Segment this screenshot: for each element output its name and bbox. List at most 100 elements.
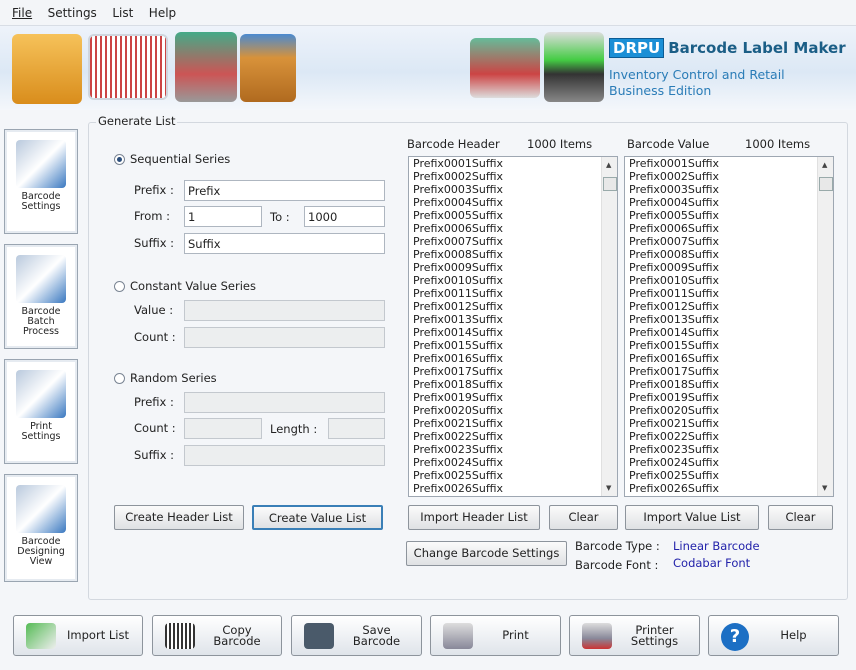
print-button[interactable]: Print [430,615,561,656]
list-item[interactable]: Prefix0004Suffix [625,196,833,209]
barcode-settings-icon [16,140,66,188]
list-item[interactable]: Prefix0016Suffix [409,352,617,365]
list-item[interactable]: Prefix0002Suffix [409,170,617,183]
list-item[interactable]: Prefix0003Suffix [409,183,617,196]
clear-value-button[interactable]: Clear [768,505,833,530]
list-item[interactable]: Prefix0012Suffix [409,300,617,313]
scroll-down-icon[interactable]: ▼ [606,484,611,492]
menu-list[interactable]: List [100,0,133,20]
list-item[interactable]: Prefix0014Suffix [409,326,617,339]
list-item[interactable]: Prefix0016Suffix [625,352,833,365]
constant-value-input[interactable] [184,300,385,321]
list-item[interactable]: Prefix0008Suffix [409,248,617,261]
scroll-thumb[interactable] [819,177,833,191]
to-input[interactable]: 1000 [304,206,385,227]
list-item[interactable]: Prefix0011Suffix [409,287,617,300]
list-item[interactable]: Prefix0023Suffix [409,443,617,456]
list-item[interactable]: Prefix0019Suffix [409,391,617,404]
list-item[interactable]: Prefix0019Suffix [625,391,833,404]
clear-header-button[interactable]: Clear [549,505,618,530]
list-item[interactable]: Prefix0008Suffix [625,248,833,261]
list-item[interactable]: Prefix0013Suffix [409,313,617,326]
menu-settings[interactable]: Settings [36,0,97,20]
list-item[interactable]: Prefix0005Suffix [625,209,833,222]
value-list[interactable]: Prefix0001Suffix Prefix0002Suffix Prefix00… [624,156,834,497]
menu-help[interactable]: Help [137,0,176,20]
list-item[interactable]: Prefix0006Suffix [409,222,617,235]
header-list[interactable]: Prefix0001Suffix Prefix0002Suffix Prefix00… [408,156,618,497]
printer-settings-button[interactable]: Printer Settings [569,615,700,656]
list-item[interactable]: Prefix0017Suffix [409,365,617,378]
scroll-up-icon[interactable]: ▲ [822,161,827,169]
list-item[interactable]: Prefix0011Suffix [625,287,833,300]
list-item[interactable]: Prefix0020Suffix [409,404,617,417]
change-barcode-settings-button[interactable]: Change Barcode Settings [406,541,567,566]
list-item[interactable]: Prefix0004Suffix [409,196,617,209]
list-item[interactable]: Prefix0020Suffix [625,404,833,417]
value-list-scrollbar[interactable]: ▲ ▼ [817,157,833,496]
list-item[interactable]: Prefix0010Suffix [625,274,833,287]
length-input[interactable] [328,418,385,439]
list-item[interactable]: Prefix0025Suffix [625,469,833,482]
list-item[interactable]: Prefix0021Suffix [625,417,833,430]
sidebar-designing-view[interactable]: Barcode Designing View [4,474,78,582]
import-list-button[interactable]: Import List [13,615,143,656]
list-item[interactable]: Prefix0018Suffix [625,378,833,391]
list-item[interactable]: Prefix0007Suffix [625,235,833,248]
suffix-input[interactable]: Suffix [184,233,385,254]
random-suffix-input[interactable] [184,445,385,466]
copy-barcode-icon [165,623,195,649]
list-item[interactable]: Prefix0018Suffix [409,378,617,391]
sidebar-print-settings[interactable]: Print Settings [4,359,78,464]
create-header-list-button[interactable]: Create Header List [114,505,244,530]
import-header-list-button[interactable]: Import Header List [408,505,540,530]
menu-file[interactable]: File [0,0,32,20]
list-item[interactable]: Prefix0003Suffix [625,183,833,196]
scroll-down-icon[interactable]: ▼ [822,484,827,492]
list-item[interactable]: Prefix0024Suffix [409,456,617,469]
list-item[interactable]: Prefix0012Suffix [625,300,833,313]
random-count-input[interactable] [184,418,262,439]
batch-process-icon [16,255,66,303]
constant-count-input[interactable] [184,327,385,348]
help-button[interactable]: ? Help [708,615,839,656]
list-item[interactable]: Prefix0005Suffix [409,209,617,222]
list-item[interactable]: Prefix0015Suffix [409,339,617,352]
copy-barcode-button[interactable]: Copy Barcode [152,615,282,656]
list-item[interactable]: Prefix0024Suffix [625,456,833,469]
list-item[interactable]: Prefix0017Suffix [625,365,833,378]
scroll-thumb[interactable] [603,177,617,191]
list-item[interactable]: Prefix0022Suffix [409,430,617,443]
list-item[interactable]: Prefix0001Suffix [409,157,617,170]
list-item[interactable]: Prefix0025Suffix [409,469,617,482]
save-barcode-button[interactable]: Save Barcode [291,615,422,656]
from-input[interactable]: 1 [184,206,262,227]
sidebar-batch-process[interactable]: Barcode Batch Process [4,244,78,349]
list-item[interactable]: Prefix0002Suffix [625,170,833,183]
scroll-up-icon[interactable]: ▲ [606,161,611,169]
create-value-list-button[interactable]: Create Value List [252,505,383,530]
list-item[interactable]: Prefix0007Suffix [409,235,617,248]
list-item[interactable]: Prefix0010Suffix [409,274,617,287]
list-item[interactable]: Prefix0013Suffix [625,313,833,326]
list-item[interactable]: Prefix0023Suffix [625,443,833,456]
random-prefix-input[interactable] [184,392,385,413]
list-item[interactable]: Prefix0015Suffix [625,339,833,352]
list-item[interactable]: Prefix0026Suffix [625,482,833,495]
header-list-scrollbar[interactable]: ▲ ▼ [601,157,617,496]
list-item[interactable]: Prefix0026Suffix [409,482,617,495]
list-item[interactable]: Prefix0006Suffix [625,222,833,235]
sidebar-barcode-settings[interactable]: Barcode Settings [4,129,78,234]
list-item[interactable]: Prefix0014Suffix [625,326,833,339]
sequential-series-radio[interactable] [114,154,125,165]
list-item[interactable]: Prefix0009Suffix [625,261,833,274]
import-value-list-button[interactable]: Import Value List [625,505,759,530]
list-item[interactable]: Prefix0022Suffix [625,430,833,443]
prefix-input[interactable]: Prefix [184,180,385,201]
random-series-radio[interactable] [114,373,125,384]
list-item[interactable]: Prefix0001Suffix [625,157,833,170]
list-item[interactable]: Prefix0009Suffix [409,261,617,274]
constant-series-radio[interactable] [114,281,125,292]
basket-icon [470,38,540,98]
list-item[interactable]: Prefix0021Suffix [409,417,617,430]
